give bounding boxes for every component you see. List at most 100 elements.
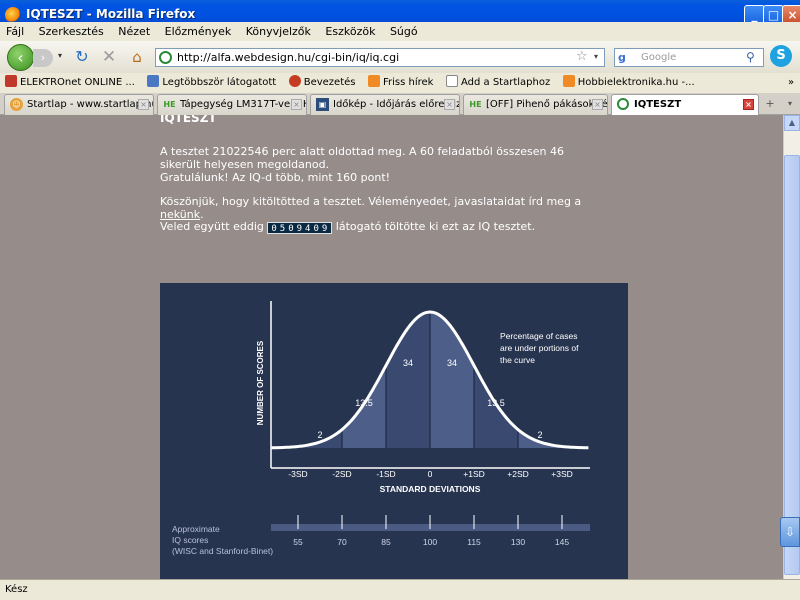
globe-icon — [617, 98, 629, 110]
iq-legend-text: (WISC and Stanford-Binet) — [172, 546, 273, 556]
rss-icon — [562, 75, 575, 87]
x-tick-label: -3SD — [288, 469, 307, 479]
download-arrow-icon[interactable]: ⇩ — [780, 517, 800, 547]
status-text: Kész — [5, 584, 28, 595]
annotation-text: Percentage of cases — [500, 331, 578, 341]
segment-percent-label: 2 — [537, 430, 542, 440]
tab-close-icon[interactable]: × — [743, 99, 754, 110]
bookmark-add-startlap[interactable]: Add a Startlaphoz — [445, 73, 550, 93]
bookmark-star-icon[interactable]: ☆ — [576, 49, 588, 64]
tab-idokep[interactable]: ▣ Időkép - Időjárás előrejelzés × — [310, 94, 460, 115]
url-bar[interactable]: http://alfa.webdesign.hu/cgi-bin/iq/iq.c… — [155, 48, 605, 67]
menu-bar: Fájl Szerkesztés Nézet Előzmények Könyvj… — [0, 22, 800, 41]
menu-history[interactable]: Előzmények — [165, 22, 232, 41]
menu-view[interactable]: Nézet — [118, 22, 150, 41]
google-engine-icon[interactable]: g — [618, 51, 631, 64]
tab-off-pihenopakasok[interactable]: HE [OFF] Pihenő pákások tém... × — [463, 94, 608, 115]
bookmark-elektronet[interactable]: ELEKTROnet ONLINE ... — [5, 73, 135, 93]
x-tick-label: 0 — [428, 469, 433, 479]
scrollbar-thumb[interactable] — [784, 155, 800, 575]
bookmark-most-visited[interactable]: Legtöbbször látogatott — [147, 73, 276, 93]
bookmark-hobbielektronika[interactable]: Hobbielektronika.hu -... — [562, 73, 695, 93]
x-tick-label: -2SD — [332, 469, 351, 479]
search-bar[interactable]: g Google ⚲ — [614, 48, 764, 67]
iq-score-label: 115 — [467, 537, 481, 547]
url-text[interactable]: http://alfa.webdesign.hu/cgi-bin/iq/iq.c… — [177, 51, 399, 64]
segment-percent-label: 2 — [317, 430, 322, 440]
bookmark-bevezetes[interactable]: Bevezetés — [288, 73, 356, 93]
tab-close-icon[interactable]: × — [138, 99, 149, 110]
x-tick-label: -1SD — [376, 469, 395, 479]
tab-list-icon[interactable]: ▾ — [783, 96, 797, 112]
iq-score-label: 55 — [293, 537, 303, 547]
tab-iqteszt[interactable]: IQTESZT × — [611, 94, 759, 116]
page-content: IQTESZT A tesztet 21022546 perc alatt ol… — [0, 115, 783, 579]
x-axis-label: STANDARD DEVIATIONS — [380, 484, 481, 494]
search-icon[interactable]: ⚲ — [746, 50, 755, 64]
url-dropdown-icon[interactable]: ▾ — [594, 52, 598, 61]
tab-tapegyseg[interactable]: HE Tápegység LM317T-vel - H... × — [157, 94, 307, 115]
bookmarks-toolbar: ELEKTROnet ONLINE ... Legtöbbször látoga… — [0, 73, 800, 93]
he-icon: HE — [163, 100, 176, 109]
visitor-counter: 0509409 — [267, 222, 333, 234]
startlap-icon: ☺ — [10, 98, 23, 111]
y-axis-label: NUMBER OF SCORES — [256, 340, 265, 425]
iq-score-label: 130 — [511, 537, 525, 547]
iq-score-label: 100 — [423, 537, 437, 547]
iq-score-label: 145 — [555, 537, 569, 547]
firefox-icon — [288, 75, 301, 87]
iq-legend-text: Approximate — [172, 524, 220, 534]
idokep-icon: ▣ — [316, 98, 329, 111]
menu-bookmarks[interactable]: Könyvjelzők — [246, 22, 311, 41]
window-title: IQTESZT - Mozilla Firefox — [26, 7, 196, 21]
menu-edit[interactable]: Szerkesztés — [39, 22, 104, 41]
result-text: A tesztet 21022546 perc alatt oldottad m… — [160, 145, 564, 171]
menu-help[interactable]: Súgó — [390, 22, 418, 41]
page-title: IQTESZT — [160, 115, 217, 125]
iq-score-label: 85 — [381, 537, 391, 547]
feedback-text: Köszönjük, hogy kitöltötted a tesztet. V… — [160, 195, 582, 221]
annotation-text: the curve — [500, 355, 535, 365]
reload-icon[interactable]: ↻ — [73, 48, 91, 66]
bell-curve-chart: NUMBER OF SCORES STANDARD DEVIATIONS Per… — [160, 283, 628, 579]
site-favicon-icon — [159, 51, 172, 64]
x-tick-label: +3SD — [551, 469, 573, 479]
home-icon[interactable]: ⌂ — [128, 48, 146, 66]
tab-startlap[interactable]: ☺ Startlap - www.startlap.hu... × — [4, 94, 154, 115]
firefox-icon — [5, 7, 21, 23]
skype-icon[interactable]: S — [770, 45, 792, 67]
he-icon: HE — [469, 100, 482, 109]
elektronet-icon — [5, 75, 17, 87]
forward-button[interactable]: › — [33, 49, 53, 67]
menu-file[interactable]: Fájl — [6, 22, 24, 41]
back-button[interactable]: ‹ — [7, 44, 34, 71]
segment-percent-label: 13.5 — [487, 398, 505, 408]
bookmarks-overflow-icon[interactable]: » — [788, 73, 794, 93]
bookmark-friss-hirek[interactable]: Friss hírek — [368, 73, 433, 93]
iq-legend-text: IQ scores — [172, 535, 208, 545]
visitor-text: Veled együtt eddig 0509409 látogató tölt… — [160, 220, 536, 234]
page-icon — [445, 75, 458, 87]
x-tick-label: +1SD — [463, 469, 485, 479]
new-tab-icon[interactable]: + — [762, 96, 778, 112]
stop-icon[interactable]: ✕ — [100, 48, 118, 66]
tab-close-icon[interactable]: × — [592, 99, 603, 110]
tab-close-icon[interactable]: × — [444, 99, 455, 110]
x-tick-label: +2SD — [507, 469, 529, 479]
segment-percent-label: 13.5 — [355, 398, 373, 408]
segment-percent-label: 34 — [403, 358, 413, 368]
navigation-toolbar: ‹ › ▾ ↻ ✕ ⌂ http://alfa.webdesign.hu/cgi… — [0, 41, 800, 73]
rss-icon — [368, 75, 380, 87]
folder-icon — [147, 75, 160, 87]
tab-close-icon[interactable]: × — [291, 99, 302, 110]
search-placeholder[interactable]: Google — [641, 52, 676, 63]
congrats-text: Gratulálunk! Az IQ-d több, mint 160 pont… — [160, 171, 391, 184]
scroll-up-icon[interactable]: ▲ — [784, 115, 800, 131]
iq-score-label: 70 — [337, 537, 347, 547]
menu-tools[interactable]: Eszközök — [325, 22, 375, 41]
vertical-scrollbar[interactable]: ▲ — [783, 115, 800, 579]
status-bar: Kész — [0, 579, 800, 600]
segment-percent-label: 34 — [447, 358, 457, 368]
history-dropdown-icon[interactable]: ▾ — [55, 51, 65, 60]
tab-bar: ☺ Startlap - www.startlap.hu... × HE Táp… — [0, 93, 800, 116]
